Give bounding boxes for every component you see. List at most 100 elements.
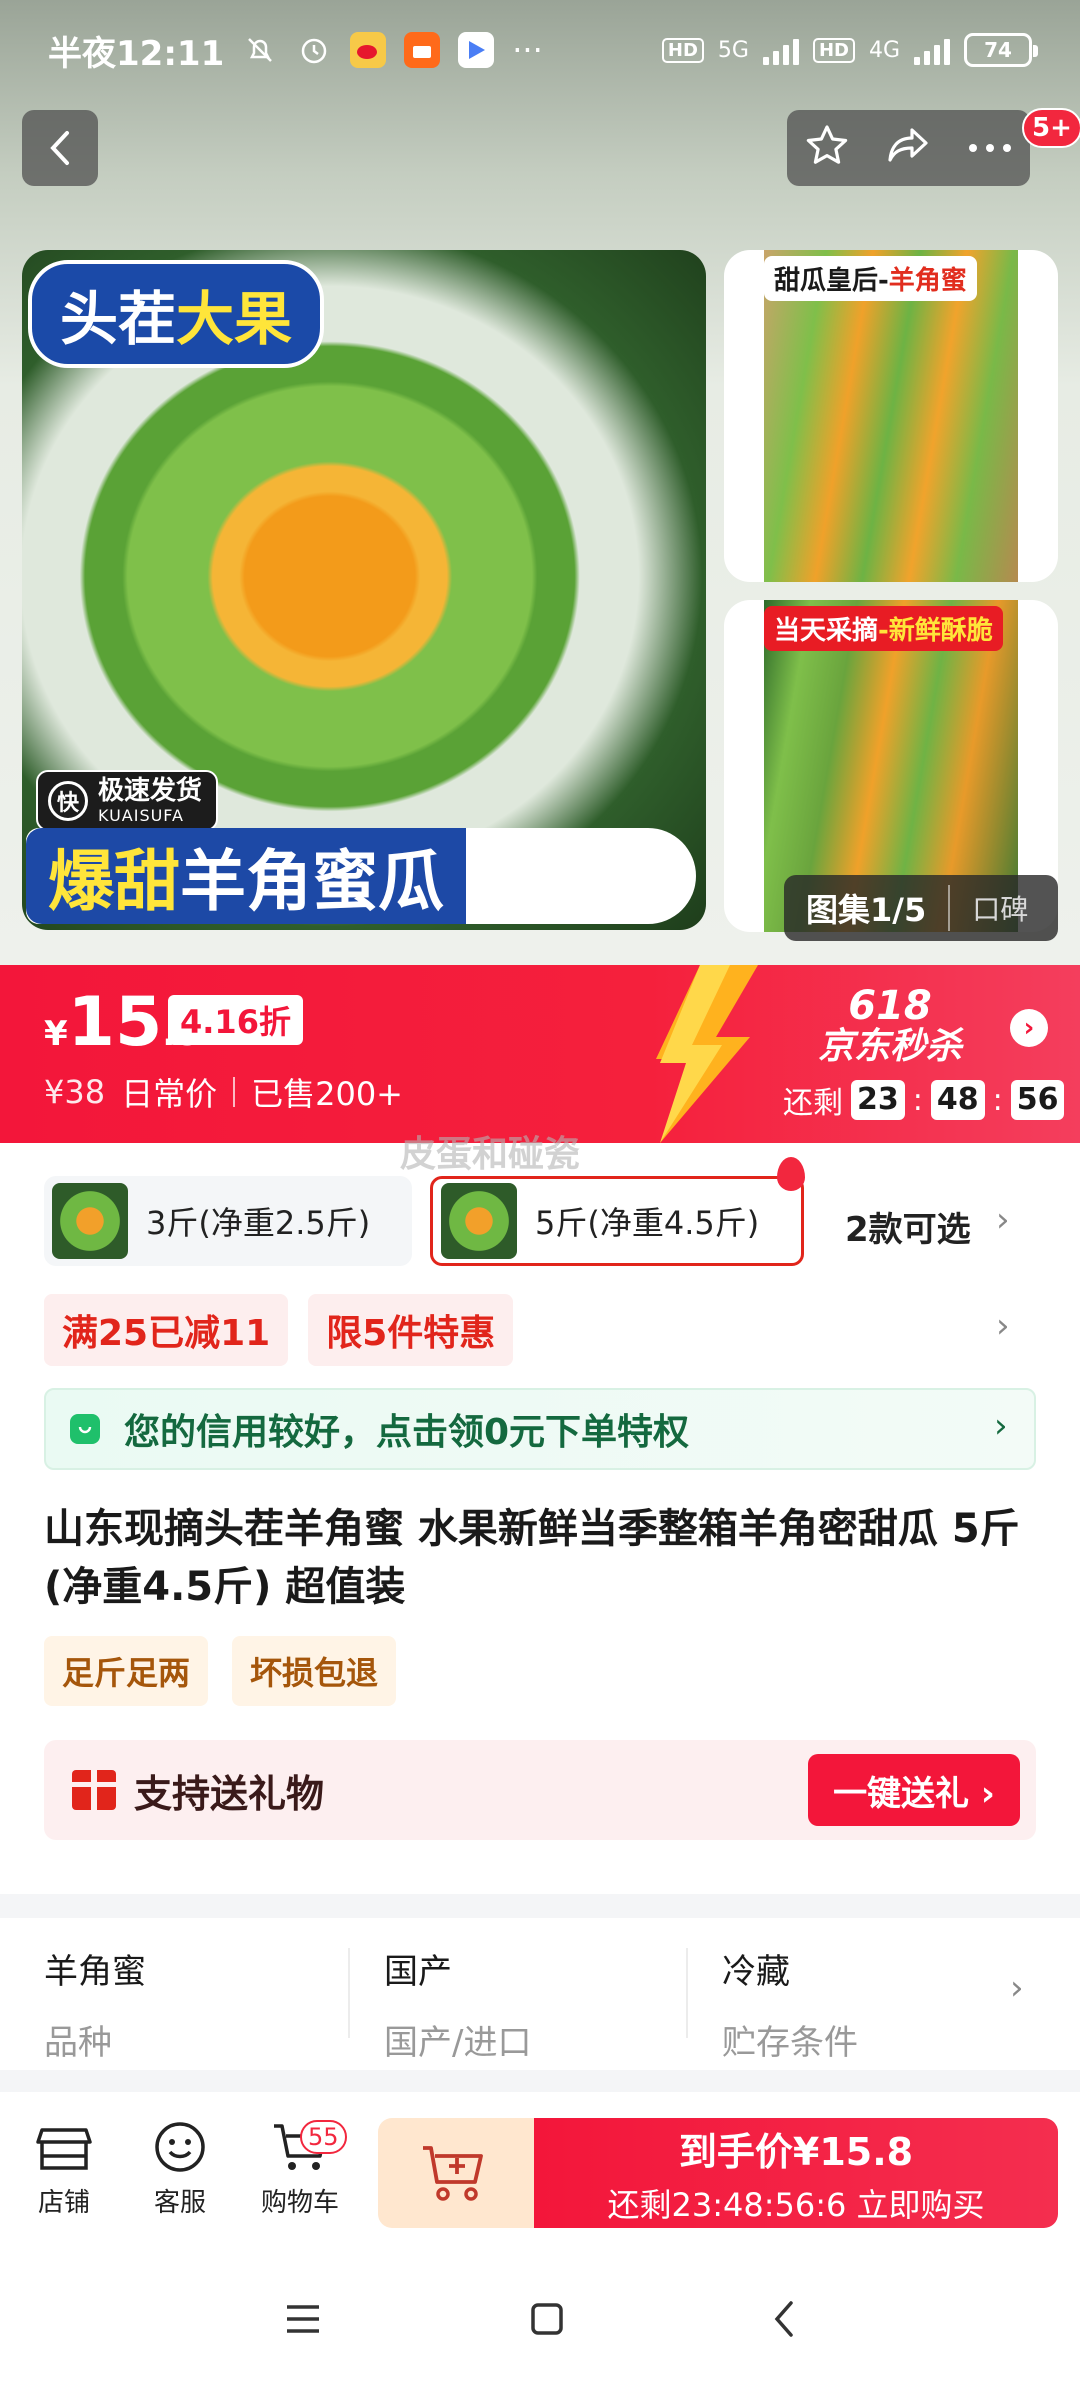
bottom-action-bar: 店铺 客服 购物车 55 到手价¥15.8 还剩23:48:56:6 立即购买 [0, 2092, 1080, 2242]
spec-value: 国产 [384, 1952, 452, 1992]
chevron-right-icon[interactable]: › [996, 1200, 1010, 1240]
spec-key: 品种 [44, 2023, 112, 2063]
variant-label: 5斤(净重4.5斤) [535, 1204, 760, 1242]
system-back-button[interactable] [771, 2299, 797, 2343]
shipping-label: 极速发货 [98, 776, 203, 806]
product-detail-page: 半夜12:11 ··· HD 5G HD 4G 74 5+ 头茬大果 快 极速发… [0, 0, 1080, 2400]
thumbnail-caption: 当天采摘-新鲜酥脆 [764, 606, 1003, 651]
fast-shipping-badge: 快 极速发货 KUAISUFA [36, 770, 219, 831]
message-badge: 5+ [1022, 108, 1080, 148]
countdown-timer: 还剩 23 : 48 : 56 [783, 1078, 1065, 1122]
status-bar: 半夜12:11 ··· HD 5G HD 4G 74 [0, 0, 1080, 100]
add-to-cart-button[interactable] [378, 2118, 534, 2228]
flash-sale-price-bar[interactable]: ¥ 15 .8 4.16折 ¥38 日常价 已售200+ 618 京东秒杀 › … [0, 965, 1080, 1143]
mute-bell-icon [242, 32, 278, 68]
original-price-label: 日常价 [121, 1075, 218, 1113]
weibo-app-icon [350, 32, 387, 68]
store-button[interactable]: 店铺 [14, 2120, 114, 2219]
gift-icon [72, 1770, 116, 1810]
hd-icon: HD [812, 37, 855, 63]
service-tag: 坏损包退 [232, 1636, 397, 1706]
spec-value: 羊角蜜 [44, 1952, 146, 1992]
hd-icon: HD [661, 37, 704, 63]
buy-countdown-label: 还剩23:48:56:6 立即购买 [607, 2185, 985, 2224]
promotion-row[interactable]: 满25已减11 限5件特惠 [44, 1294, 514, 1366]
send-gift-button[interactable]: 一键送礼 › [808, 1754, 1020, 1826]
deal-618: 618 [848, 983, 932, 1029]
share-icon [888, 128, 929, 162]
play-app-icon [458, 32, 495, 68]
service-tag: 足斤足两 [44, 1636, 209, 1706]
system-navigation-bar [0, 2242, 1080, 2400]
variant-option-selected[interactable]: 5斤(净重4.5斤) [430, 1157, 805, 1266]
promo-tag[interactable]: 满25已减11 [44, 1294, 289, 1366]
battery-icon: 74 [964, 33, 1038, 67]
back-button[interactable] [22, 110, 98, 186]
sold-count: 已售200+ [251, 1075, 403, 1113]
product-specs[interactable]: 羊角蜜 品种 国产 国产/进口 冷藏 贮存条件 › [0, 1918, 1080, 2068]
alarm-icon [296, 32, 332, 68]
credit-text: 您的信用较好，点击领0元下单特权 [124, 1412, 690, 1453]
section-divider [0, 2070, 1080, 2092]
countdown-seconds: 56 [1010, 1080, 1065, 1120]
image-tag-a: 头茬 [60, 285, 177, 353]
remaining-label: 还剩 [783, 1086, 843, 1121]
caption-a: 甜瓜皇后- [774, 266, 889, 296]
divider [686, 1948, 688, 2038]
chevron-right-icon[interactable]: › [996, 1306, 1010, 1346]
spec-item: 冷藏 贮存条件 [722, 1944, 858, 2064]
promo-tag[interactable]: 限5件特惠 [308, 1294, 514, 1366]
more-variants-link[interactable]: 2款可选 [845, 1202, 971, 1251]
more-button[interactable] [967, 139, 1013, 158]
caption-a: 当天采摘 [774, 616, 879, 646]
jd-flash-sale-logo[interactable]: 618 京东秒杀 › [790, 985, 1050, 1067]
top-actions [787, 110, 1030, 186]
customer-service-button[interactable]: 客服 [130, 2120, 230, 2219]
gallery-counter[interactable]: 图集1/5 口碑 [784, 875, 1058, 941]
chevron-right-icon: › [1010, 1009, 1048, 1047]
add-cart-icon [423, 2146, 483, 2201]
menu-button[interactable] [283, 2303, 323, 2339]
back-arrow-icon [774, 2301, 793, 2337]
service-tags: 足斤足两 坏损包退 [44, 1636, 397, 1706]
caption-b: 羊角蜜 [888, 266, 967, 296]
watermark: 皮蛋和碰瓷 [400, 1134, 581, 1175]
kuai-icon: 快 [48, 780, 88, 821]
section-divider [0, 1894, 1080, 1918]
divider [233, 1077, 236, 1107]
network-4g-label: 4G [868, 37, 900, 63]
variant-label: 3斤(净重2.5斤) [146, 1204, 371, 1242]
signal-icon [914, 35, 950, 65]
battery-level: 74 [984, 38, 1012, 62]
product-gallery: 半夜12:11 ··· HD 5G HD 4G 74 5+ 头茬大果 快 极速发… [0, 0, 1080, 965]
banner-text-b: 羊角蜜瓜 [180, 843, 444, 920]
thumbnail-image[interactable]: 甜瓜皇后-羊角蜜 [724, 250, 1058, 582]
chevron-left-icon [50, 131, 69, 165]
home-button[interactable] [529, 2301, 565, 2341]
chat-smile-icon [155, 2122, 205, 2172]
main-product-image[interactable]: 头茬大果 快 极速发货 KUAISUFA 爆甜 羊角蜜瓜 [22, 250, 706, 930]
variant-thumbnail [52, 1183, 128, 1259]
discount-badge: 4.16折 [168, 995, 303, 1045]
image-tag-b: 大果 [176, 285, 293, 353]
price-integer: 15 [67, 983, 163, 1062]
variant-option[interactable]: 3斤(净重2.5斤) [44, 1176, 412, 1266]
buy-now-button[interactable]: 到手价¥15.8 还剩23:48:56:6 立即购买 [534, 2118, 1058, 2228]
favorite-button[interactable] [804, 123, 850, 173]
hot-flame-icon [777, 1157, 805, 1191]
cart-count-badge: 55 [300, 2120, 347, 2154]
credit-privilege-banner[interactable]: 您的信用较好，点击领0元下单特权 › [44, 1388, 1036, 1470]
spec-item: 羊角蜜 品种 [44, 1944, 146, 2064]
home-square-icon [531, 2303, 563, 2335]
reviews-link[interactable]: 口碑 [950, 888, 1028, 928]
gallery-index: 图集1/5 [784, 885, 951, 931]
store-app-icon [404, 32, 441, 68]
status-more-icon: ··· [512, 31, 543, 69]
final-price-label: 到手价¥15.8 [678, 2129, 914, 2174]
original-price: ¥38 [44, 1073, 106, 1111]
colon: : [912, 1082, 923, 1118]
menu-icon [287, 2305, 319, 2333]
spec-key: 贮存条件 [722, 2023, 858, 2063]
store-label: 店铺 [37, 2188, 90, 2218]
share-button[interactable] [884, 124, 932, 172]
